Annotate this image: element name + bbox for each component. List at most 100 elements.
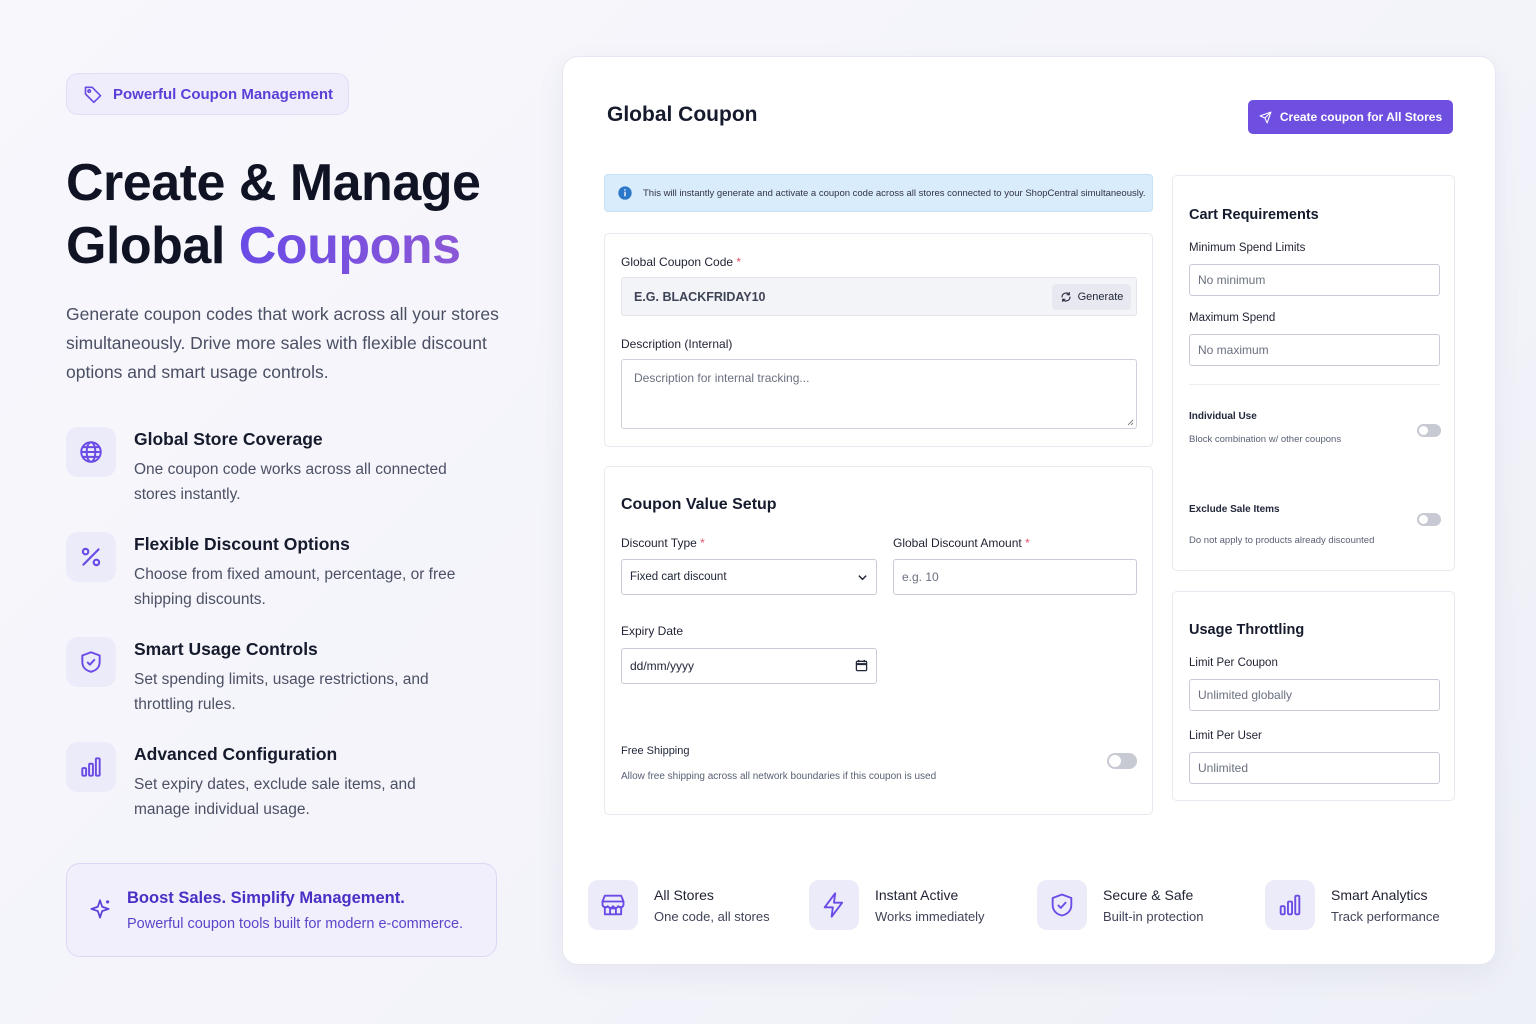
- discount-type-select[interactable]: Fixed cart discount: [621, 559, 877, 595]
- tag-icon: [84, 86, 102, 104]
- limit-per-user-input[interactable]: Unlimited: [1189, 752, 1440, 784]
- free-shipping-toggle[interactable]: [1107, 753, 1137, 769]
- description-label: Description (Internal): [621, 337, 733, 351]
- bottom-feature-subtitle: One code, all stores: [654, 908, 770, 924]
- info-icon: [618, 186, 632, 200]
- limit-per-coupon-input[interactable]: Unlimited globally: [1189, 679, 1440, 711]
- boost-subtitle: Powerful coupon tools built for modern e…: [127, 915, 464, 932]
- feature-desc: Set expiry dates, exclude sale items, an…: [134, 776, 416, 818]
- feature-title: Smart Usage Controls: [134, 639, 318, 659]
- discount-amount-input[interactable]: e.g. 10: [893, 559, 1137, 595]
- marketing-column: Powerful Coupon Management Create & Mana…: [66, 73, 506, 847]
- discount-type-label: Discount Type *: [621, 536, 705, 550]
- shield-check-icon: [1051, 893, 1073, 917]
- value-setup-title: Coupon Value Setup: [621, 496, 777, 513]
- feature-list: Global Store Coverage One coupon code wo…: [66, 427, 506, 847]
- divider: [1189, 384, 1440, 385]
- feature-desc: One coupon code works across all connect…: [134, 461, 447, 503]
- bar-chart-icon: [1279, 894, 1301, 916]
- generate-label: Generate: [1077, 291, 1124, 303]
- bottom-feature-title: All Stores: [654, 886, 714, 903]
- feature-item: Global Store Coverage One coupon code wo…: [66, 427, 506, 532]
- sparkle-icon: [90, 899, 110, 919]
- value-setup-panel: Coupon Value Setup Discount Type * Fixed…: [604, 466, 1153, 815]
- max-spend-label: Maximum Spend: [1189, 312, 1276, 324]
- limit-per-user-label: Limit Per User: [1189, 730, 1262, 742]
- feature-title: Global Store Coverage: [134, 429, 323, 449]
- expiry-date-label: Expiry Date: [621, 624, 684, 638]
- hero-line-2-accent: Coupons: [238, 217, 461, 275]
- coupon-code-placeholder: E.G. BLACKFRIDAY10: [634, 289, 766, 304]
- cart-requirements-title: Cart Requirements: [1189, 207, 1319, 223]
- bottom-feature-item: Smart Analytics Track performance: [1265, 880, 1440, 930]
- discount-amount-placeholder: e.g. 10: [902, 570, 939, 584]
- info-text: This will instantly generate and activat…: [643, 187, 1146, 199]
- bottom-feature-title: Smart Analytics: [1331, 886, 1428, 903]
- feature-title: Advanced Configuration: [134, 744, 338, 764]
- individual-use-desc: Block combination w/ other coupons: [1189, 434, 1342, 445]
- limit-per-coupon-label: Limit Per Coupon: [1189, 657, 1278, 669]
- discount-type-value: Fixed cart discount: [630, 571, 727, 583]
- bottom-feature-item: Instant Active Works immediately: [809, 880, 985, 930]
- feature-title: Flexible Discount Options: [134, 534, 350, 554]
- bottom-feature-subtitle: Works immediately: [875, 908, 985, 924]
- bottom-feature-subtitle: Track performance: [1331, 908, 1440, 924]
- create-coupon-label: Create coupon for All Stores: [1279, 110, 1443, 124]
- cart-requirements-panel: Cart Requirements Minimum Spend Limits N…: [1172, 175, 1455, 571]
- lightning-icon: [823, 892, 844, 918]
- individual-use-title: Individual Use: [1189, 411, 1257, 422]
- pill-label: Powerful Coupon Management: [113, 85, 334, 103]
- limit-per-user-placeholder: Unlimited: [1198, 761, 1249, 775]
- boost-title: Boost Sales. Simplify Management.: [127, 888, 405, 907]
- bottom-feature-title: Instant Active: [875, 886, 959, 903]
- description-placeholder: Description for internal tracking...: [634, 371, 810, 385]
- send-icon: [1259, 111, 1272, 123]
- bottom-feature-title: Secure & Safe: [1103, 886, 1194, 903]
- store-icon: [601, 894, 625, 916]
- description-textarea[interactable]: Description for internal tracking...: [621, 359, 1137, 429]
- coupon-code-panel: Global Coupon Code * E.G. BLACKFRIDAY10 …: [604, 233, 1153, 447]
- individual-use-toggle[interactable]: [1417, 424, 1441, 437]
- feature-desc: Set spending limits, usage restrictions,…: [134, 671, 429, 713]
- hero-lead: Generate coupon codes that work across a…: [66, 304, 499, 382]
- discount-amount-label: Global Discount Amount *: [893, 536, 1030, 550]
- free-shipping-desc: Allow free shipping across all network b…: [621, 771, 937, 782]
- hero-line-2-plain: Global: [66, 217, 239, 275]
- expiry-date-input[interactable]: dd/mm/yyyy: [621, 648, 877, 684]
- limit-per-coupon-placeholder: Unlimited globally: [1198, 688, 1293, 702]
- shield-check-icon: [81, 651, 101, 673]
- coupon-code-label: Global Coupon Code *: [621, 255, 742, 269]
- bottom-feature-item: All Stores One code, all stores: [588, 880, 770, 930]
- bottom-feature-item: Secure & Safe Built-in protection: [1037, 880, 1203, 930]
- chevron-down-icon: [858, 575, 867, 581]
- min-spend-label: Minimum Spend Limits: [1189, 242, 1306, 254]
- generate-button[interactable]: Generate: [1052, 284, 1131, 310]
- free-shipping-title: Free Shipping: [621, 745, 690, 757]
- refresh-icon: [1061, 291, 1071, 303]
- bar-chart-icon: [81, 757, 101, 777]
- calendar-icon[interactable]: [855, 659, 868, 672]
- globe-icon: [80, 441, 102, 463]
- bottom-feature-subtitle: Built-in protection: [1103, 908, 1204, 924]
- global-coupon-card: Global Coupon Create coupon for All Stor…: [562, 56, 1496, 965]
- expiry-date-placeholder: dd/mm/yyyy: [630, 659, 695, 673]
- percent-icon: [81, 547, 101, 567]
- hero-line-1: Create & Manage: [66, 154, 481, 212]
- usage-throttling-title: Usage Throttling: [1189, 622, 1305, 638]
- min-spend-input[interactable]: No minimum: [1189, 264, 1440, 296]
- feature-item: Advanced Configuration Set expiry dates,…: [66, 742, 506, 847]
- card-title: Global Coupon: [607, 103, 758, 126]
- feature-desc: Choose from fixed amount, percentage, or…: [134, 566, 456, 608]
- usage-throttling-panel: Usage Throttling Limit Per Coupon Unlimi…: [1172, 591, 1455, 801]
- max-spend-input[interactable]: No maximum: [1189, 334, 1440, 366]
- feature-item: Flexible Discount Options Choose from fi…: [66, 532, 506, 637]
- create-coupon-button[interactable]: Create coupon for All Stores: [1248, 100, 1453, 134]
- hero-heading: Create & Manage Global Coupons: [66, 152, 506, 278]
- feature-pill: Powerful Coupon Management: [66, 73, 350, 115]
- min-spend-placeholder: No minimum: [1198, 273, 1266, 287]
- boost-banner: Boost Sales. Simplify Management. Powerf…: [66, 863, 497, 957]
- coupon-code-input[interactable]: E.G. BLACKFRIDAY10 Generate: [621, 277, 1137, 316]
- exclude-sale-desc: Do not apply to products already discoun…: [1189, 535, 1375, 546]
- resize-handle-icon[interactable]: [1126, 418, 1134, 426]
- exclude-sale-toggle[interactable]: [1417, 513, 1441, 526]
